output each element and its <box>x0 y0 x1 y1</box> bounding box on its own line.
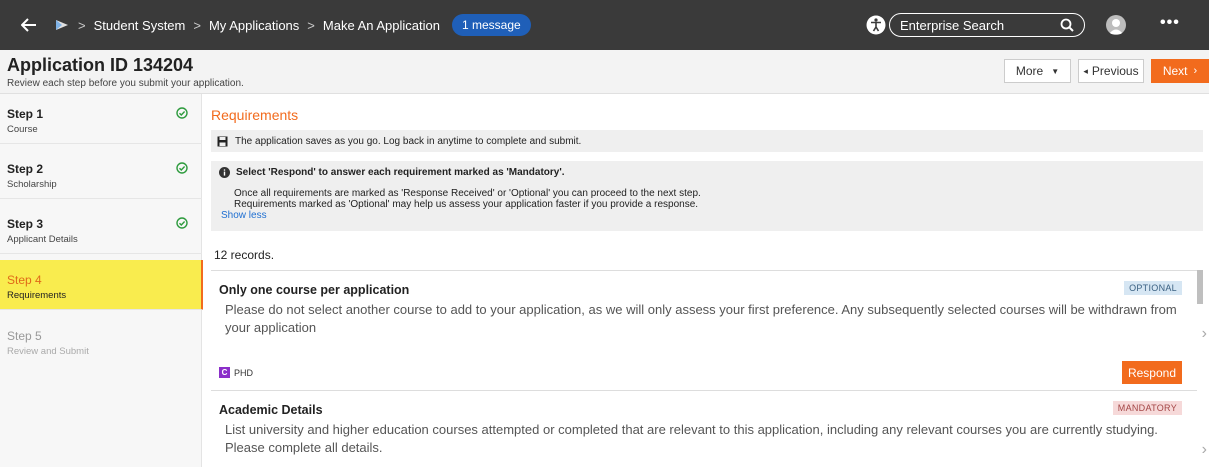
step-sub: Requirements <box>7 290 67 301</box>
course-tag-label: PHD <box>234 367 254 378</box>
save-notice-text: The application saves as you go. Log bac… <box>235 135 582 147</box>
breadcrumb-my-applications[interactable]: My Applications <box>209 18 299 33</box>
course-c-icon: C <box>219 367 230 378</box>
page-subtitle: Review each step before you submit your … <box>7 78 244 89</box>
caret-down-icon: ▼ <box>1051 66 1060 76</box>
search-icon[interactable] <box>1060 18 1074 32</box>
step-label: Step 2 <box>7 162 44 176</box>
requirements-panel: Requirements The application saves as yo… <box>203 94 1209 467</box>
chevron-left-icon: ◂ <box>1083 65 1088 76</box>
requirement-card[interactable]: Academic Details MANDATORY List universi… <box>211 390 1207 467</box>
step-sub: Review and Submit <box>7 346 89 357</box>
respond-button[interactable]: Respond <box>1122 361 1182 384</box>
next-button[interactable]: Next › <box>1151 59 1209 83</box>
requirement-card[interactable]: Only one course per application OPTIONAL… <box>211 270 1207 388</box>
step-label: Step 5 <box>7 329 42 343</box>
breadcrumb-make-an-application[interactable]: Make An Application <box>323 18 440 33</box>
breadcrumb-separator: > <box>78 17 86 33</box>
back-arrow-icon[interactable] <box>18 14 40 36</box>
step-label: Step 1 <box>7 107 44 121</box>
chevron-right-icon: › <box>1193 65 1198 77</box>
info-line: Once all requirements are marked as 'Res… <box>234 188 701 199</box>
search-input[interactable] <box>900 17 1050 33</box>
optional-badge: OPTIONAL <box>1124 281 1182 295</box>
requirement-description: Please do not select another course to a… <box>225 302 1177 335</box>
more-options-icon[interactable]: ••• <box>1160 14 1180 32</box>
page-title: Application ID 134204 <box>7 55 194 75</box>
previous-button[interactable]: ◂ Previous <box>1078 59 1144 83</box>
step-1-course[interactable]: Step 1 Course <box>0 94 202 144</box>
step-sub: Course <box>7 124 38 135</box>
message-badge[interactable]: 1 message <box>451 14 531 36</box>
steps-sidebar: Step 1 Course Step 2 Scholarship Step 3 … <box>0 94 204 467</box>
chevron-right-icon[interactable]: › <box>1202 441 1207 459</box>
next-label: Next <box>1162 64 1188 78</box>
check-circle-icon <box>176 162 188 174</box>
requirement-title: Only one course per application <box>219 283 410 297</box>
previous-label: Previous <box>1091 64 1139 78</box>
requirement-title: Academic Details <box>219 403 323 417</box>
course-tag: C PHD <box>219 367 253 378</box>
page-header: Application ID 134204 Review each step b… <box>0 50 1209 94</box>
info-heading: Select 'Respond' to answer each requirem… <box>236 167 565 178</box>
info-icon <box>219 167 230 178</box>
step-3-applicant-details[interactable]: Step 3 Applicant Details <box>0 204 202 254</box>
section-title: Requirements <box>211 107 299 123</box>
accessibility-icon[interactable] <box>866 15 886 35</box>
show-less-link[interactable]: Show less <box>219 210 1195 221</box>
more-dropdown-button[interactable]: More ▼ <box>1004 59 1071 83</box>
home-logo-icon[interactable] <box>54 17 70 33</box>
save-disk-icon <box>217 136 228 146</box>
user-avatar[interactable] <box>1106 15 1126 35</box>
save-notice: The application saves as you go. Log bac… <box>211 130 1203 152</box>
step-sub: Applicant Details <box>7 234 78 245</box>
scrollbar-thumb[interactable] <box>1197 270 1203 304</box>
enterprise-search[interactable] <box>889 13 1085 37</box>
mandatory-badge: MANDATORY <box>1112 401 1182 415</box>
chevron-right-icon[interactable]: › <box>1202 325 1207 343</box>
info-line: Requirements marked as 'Optional' may he… <box>234 199 699 210</box>
check-circle-icon <box>176 107 188 119</box>
info-notice: Select 'Respond' to answer each requirem… <box>211 161 1203 231</box>
breadcrumb-separator: > <box>307 17 315 33</box>
step-2-scholarship[interactable]: Step 2 Scholarship <box>0 149 202 199</box>
step-4-requirements[interactable]: Step 4 Requirements <box>0 260 204 310</box>
check-circle-icon <box>176 217 188 229</box>
requirement-description: List university and higher education cou… <box>225 422 1158 455</box>
step-sub: Scholarship <box>7 179 57 190</box>
records-count: 12 records. <box>214 248 275 262</box>
breadcrumb-student-system[interactable]: Student System <box>94 18 186 33</box>
breadcrumb-separator: > <box>193 17 201 33</box>
more-label: More <box>1015 64 1044 78</box>
step-label: Step 3 <box>7 217 44 231</box>
step-5-review-and-submit: Step 5 Review and Submit <box>0 316 202 366</box>
top-navigation-bar: > Student System > My Applications > Mak… <box>0 0 1209 50</box>
step-label: Step 4 <box>7 273 42 287</box>
